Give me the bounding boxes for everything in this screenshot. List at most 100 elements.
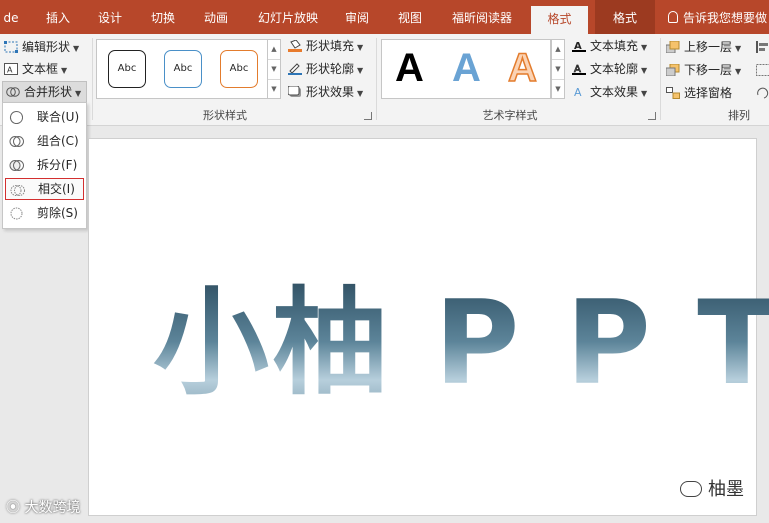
subtract-icon: [10, 207, 23, 220]
text-box-button[interactable]: A 文本框 ▼: [4, 59, 67, 79]
shape-styles-gallery: Abc Abc Abc: [96, 39, 268, 99]
tab-review[interactable]: 审阅: [337, 0, 377, 34]
chevron-down-icon: ▼: [735, 44, 742, 53]
ribbon: 编辑形状 ▼ A 文本框 ▼ 合并形状 ▼ Abc Abc Abc ▲ ▼ ▼ 形状填充 ▼ …: [0, 34, 769, 126]
tab-insert[interactable]: 插入: [38, 0, 78, 34]
wordart-gallery-scroll[interactable]: ▲ ▼ ▼: [551, 39, 565, 99]
chevron-down-icon: ▼: [735, 67, 742, 76]
wordart-style-black[interactable]: A: [395, 42, 424, 94]
wordart-style-blue[interactable]: A: [452, 42, 481, 94]
merge-shapes-icon: [6, 87, 20, 97]
menu-item-union-label: 联合(U): [37, 110, 80, 124]
scroll-down-icon[interactable]: ▼: [552, 60, 564, 80]
tab-animations[interactable]: 动画: [196, 0, 236, 34]
group-divider: [376, 38, 377, 120]
chevron-down-icon: ▼: [61, 66, 68, 75]
chevron-down-icon: ▼: [73, 44, 80, 53]
shape-fill-label: 形状填充: [306, 39, 355, 53]
group-objects-icon: [756, 64, 769, 76]
text-outline-button[interactable]: A 文本轮廓 ▼: [572, 59, 647, 79]
wordart-picture-fill-text[interactable]: 小柚 P P T: [153, 249, 769, 417]
menu-item-combine-label: 组合(C): [37, 134, 79, 148]
tab-slideshow[interactable]: 幻灯片放映: [252, 0, 324, 34]
text-effects-button[interactable]: A 文本效果 ▼: [572, 82, 647, 102]
scroll-up-icon[interactable]: ▲: [268, 40, 280, 60]
gallery-more-icon[interactable]: ▼: [268, 80, 280, 99]
text-fill-button[interactable]: A 文本填充 ▼: [572, 36, 647, 56]
bring-forward-button[interactable]: 上移一层 ▼: [666, 37, 741, 57]
paint-bucket-icon: [288, 40, 302, 52]
rotate-button-partial[interactable]: [756, 83, 769, 103]
shape-styles-gallery-scroll[interactable]: ▲ ▼ ▼: [267, 39, 281, 99]
lightbulb-icon: [668, 11, 678, 23]
tell-me-text: 告诉我您想要做: [683, 11, 768, 25]
group-divider: [92, 38, 93, 120]
shape-styles-launcher-icon[interactable]: [364, 112, 372, 120]
text-effects-icon: A: [574, 86, 582, 98]
wordart-styles-launcher-icon[interactable]: [648, 112, 656, 120]
wordart-style-orange-outline[interactable]: A: [507, 42, 537, 94]
chevron-down-icon: ▼: [641, 43, 648, 52]
weibo-icon: ⦿: [6, 500, 25, 516]
gallery-more-icon[interactable]: ▼: [552, 80, 564, 99]
combine-icon: [9, 136, 24, 147]
intersect-icon: [10, 185, 25, 196]
scroll-up-icon[interactable]: ▲: [552, 40, 564, 60]
edit-shape-button[interactable]: 编辑形状 ▼: [4, 37, 79, 57]
chevron-down-icon: ▼: [75, 89, 82, 98]
watermark-wechat: 柚墨: [680, 475, 744, 501]
chevron-down-icon: ▼: [357, 89, 364, 98]
bring-forward-icon: [666, 41, 680, 53]
shape-style-thumb-black[interactable]: Abc: [108, 50, 146, 88]
text-fill-icon: A: [572, 41, 586, 52]
merge-shapes-button[interactable]: 合并形状 ▼: [2, 81, 87, 103]
shape-effects-label: 形状效果: [306, 85, 355, 99]
group-button-partial[interactable]: [756, 60, 769, 80]
tab-design[interactable]: 设计: [90, 0, 130, 34]
merge-shapes-label: 合并形状: [24, 85, 73, 99]
merge-shapes-menu: 联合(U) 组合(C) 拆分(F) 相交(I) 剪除(S): [2, 102, 87, 229]
shape-outline-button[interactable]: 形状轮廓 ▼: [288, 59, 363, 79]
menu-item-combine[interactable]: 组合(C): [5, 130, 84, 152]
text-effects-label: 文本效果: [590, 85, 639, 99]
selection-pane-label: 选择窗格: [684, 86, 733, 100]
shape-outline-label: 形状轮廓: [306, 62, 355, 76]
slide-canvas[interactable]: 小柚 P P T 柚墨: [88, 138, 769, 516]
menu-item-subtract[interactable]: 剪除(S): [5, 202, 84, 224]
send-backward-label: 下移一层: [684, 63, 733, 77]
send-backward-button[interactable]: 下移一层 ▼: [666, 60, 741, 80]
wordart-styles-group-label: 艺术字样式: [482, 109, 538, 122]
shape-style-thumb-blue[interactable]: Abc: [164, 50, 202, 88]
tab-view[interactable]: 视图: [390, 0, 430, 34]
group-divider: [660, 38, 661, 120]
menu-item-union[interactable]: 联合(U): [5, 106, 84, 128]
scroll-down-icon[interactable]: ▼: [268, 60, 280, 80]
text-outline-icon: A: [572, 64, 586, 75]
menu-item-fragment-label: 拆分(F): [37, 158, 78, 172]
watermark-left-text: 大数跨境: [24, 500, 81, 516]
shape-effects-button[interactable]: 形状效果 ▼: [288, 82, 363, 102]
tab-format-drawing[interactable]: 格式: [531, 6, 588, 34]
tab-home-partial[interactable]: de: [0, 0, 22, 34]
shape-fill-button[interactable]: 形状填充 ▼: [288, 36, 363, 56]
shape-style-thumb-orange[interactable]: Abc: [220, 50, 258, 88]
tab-transitions[interactable]: 切换: [143, 0, 183, 34]
menu-item-subtract-label: 剪除(S): [37, 206, 78, 220]
selection-pane-icon: [666, 87, 680, 99]
selection-pane-button[interactable]: 选择窗格: [666, 83, 732, 103]
fragment-icon: [9, 160, 24, 171]
chevron-down-icon: ▼: [357, 66, 364, 75]
align-button-partial[interactable]: [756, 37, 769, 57]
tab-format-picture[interactable]: 格式: [595, 0, 655, 34]
menu-item-fragment[interactable]: 拆分(F): [5, 154, 84, 176]
menu-item-intersect[interactable]: 相交(I): [5, 178, 84, 200]
wordart-styles-gallery: A A A: [381, 39, 551, 99]
chevron-down-icon: ▼: [357, 43, 364, 52]
tab-foxit-reader[interactable]: 福昕阅读器: [444, 0, 520, 34]
watermark-left: ⦿ 大数跨境: [6, 497, 80, 517]
tell-me-box[interactable]: 告诉我您想要做: [668, 0, 767, 34]
bring-forward-label: 上移一层: [684, 40, 733, 54]
shape-styles-group-label: 形状样式: [203, 109, 247, 122]
chevron-down-icon: ▼: [641, 66, 648, 75]
rotate-icon: [757, 87, 769, 99]
